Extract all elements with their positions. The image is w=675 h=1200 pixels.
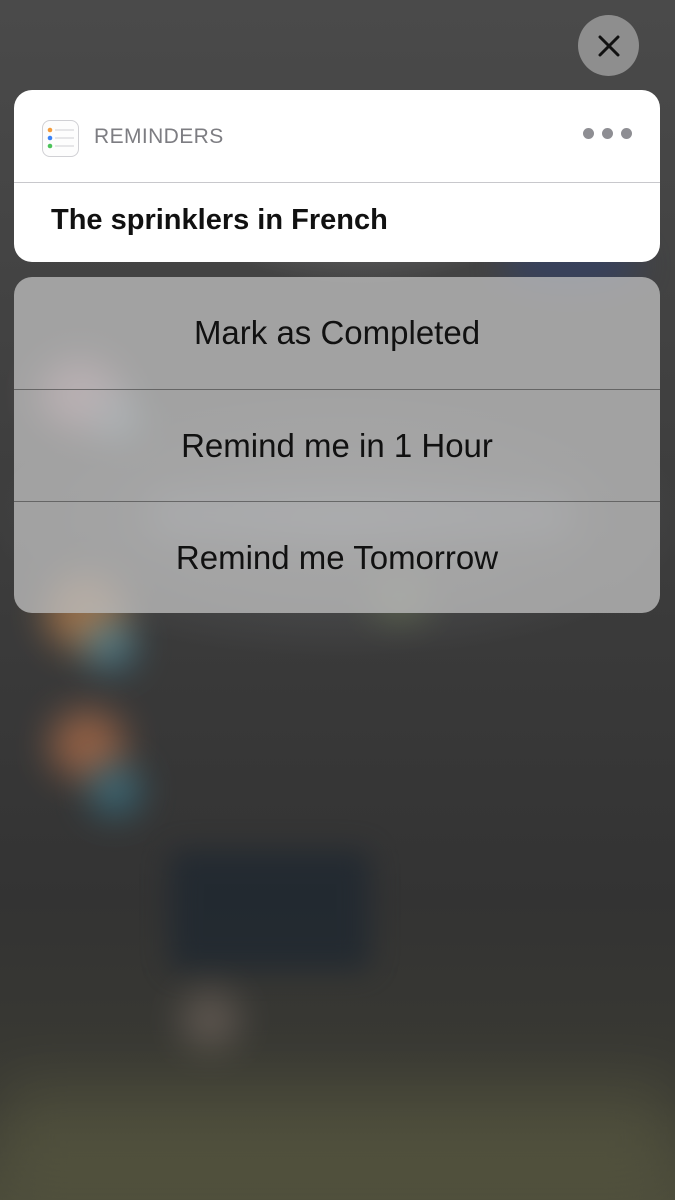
remind-tomorrow-button[interactable]: Remind me Tomorrow xyxy=(14,501,660,613)
close-icon xyxy=(598,35,619,56)
remind-one-hour-button[interactable]: Remind me in 1 Hour xyxy=(14,389,660,501)
background-blur xyxy=(170,850,370,970)
more-icon[interactable] xyxy=(583,128,632,139)
background-blur xyxy=(0,1080,675,1200)
more-dot xyxy=(602,128,613,139)
more-dot xyxy=(621,128,632,139)
action-sheet: Mark as Completed Remind me in 1 Hour Re… xyxy=(14,277,660,613)
notification-title: The sprinklers in French xyxy=(51,204,388,236)
background-blur xyxy=(180,990,240,1050)
mark-completed-button[interactable]: Mark as Completed xyxy=(14,277,660,389)
more-dot xyxy=(583,128,594,139)
background-blur xyxy=(90,765,140,815)
notification-header: REMINDERS xyxy=(14,90,660,183)
notification-card[interactable]: REMINDERS The sprinklers in French xyxy=(14,90,660,262)
background-blur xyxy=(85,620,135,670)
close-button[interactable] xyxy=(578,15,639,76)
app-name: REMINDERS xyxy=(94,125,224,148)
reminders-app-icon xyxy=(42,120,79,157)
